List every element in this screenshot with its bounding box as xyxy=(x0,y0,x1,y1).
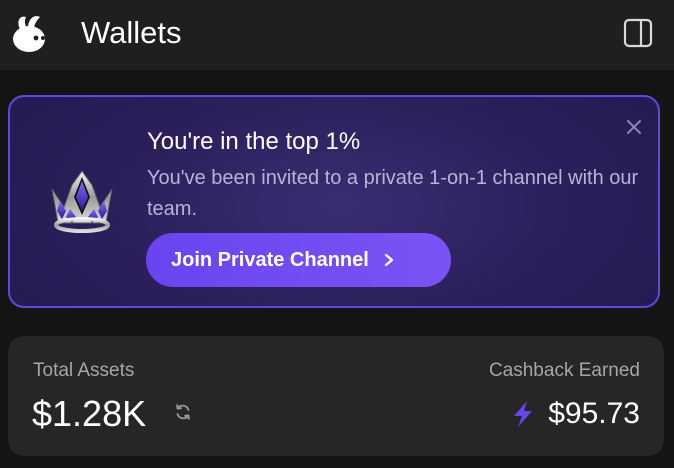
wallets-screen: Wallets You're in the top 1% You've been… xyxy=(0,0,674,468)
assets-summary-card: Total Assets $1.28K Cashback Earned $95.… xyxy=(8,336,664,456)
lightning-bolt-icon xyxy=(514,401,533,427)
cashback-earned-value: $95.73 xyxy=(548,397,640,430)
sidebar-panel-icon[interactable] xyxy=(622,17,654,49)
cashback-earned-label: Cashback Earned xyxy=(488,360,640,381)
crown-icon xyxy=(51,170,113,233)
cashback-row: $95.73 xyxy=(510,392,640,436)
close-icon[interactable] xyxy=(622,115,646,139)
total-assets-label: Total Assets xyxy=(33,360,135,381)
page-title: Wallets xyxy=(81,15,182,50)
join-button-label: Join Private Channel xyxy=(171,248,369,271)
join-private-channel-button[interactable]: Join Private Channel xyxy=(146,233,451,287)
banner-title: You're in the top 1% xyxy=(147,128,361,155)
banner-description: You've been invited to a private 1-on-1 … xyxy=(147,167,639,220)
chevron-right-icon xyxy=(384,253,393,267)
total-assets-value: $1.28K xyxy=(32,393,147,434)
header-bar: Wallets xyxy=(0,0,674,70)
refresh-icon[interactable] xyxy=(173,402,193,422)
top-percent-banner: You're in the top 1% You've been invited… xyxy=(8,95,660,308)
rabbit-logo-icon xyxy=(13,16,45,52)
